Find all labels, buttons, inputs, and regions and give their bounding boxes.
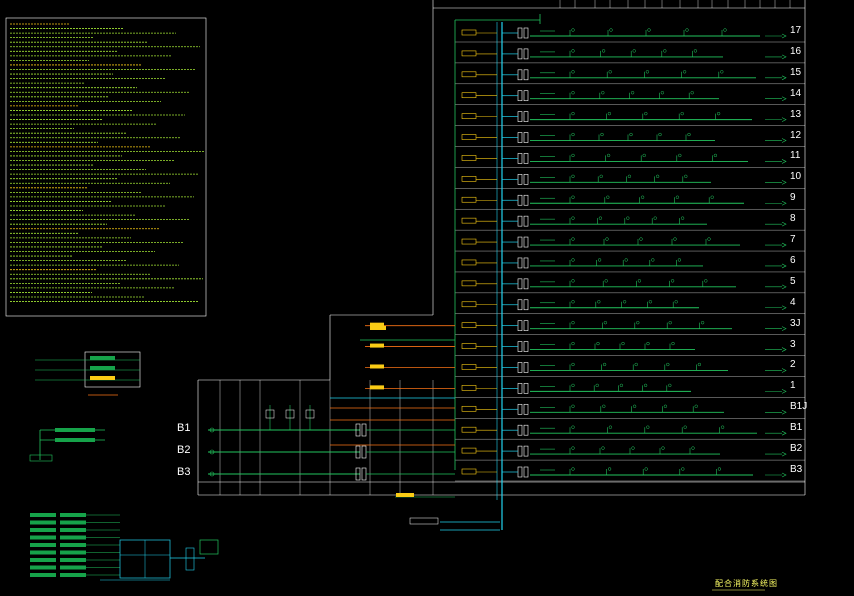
floor-label: 6 — [790, 254, 796, 266]
floor-branches — [365, 27, 787, 478]
floor-branch-b1j — [461, 403, 787, 415]
floor-branch-b3 — [461, 466, 787, 478]
floor-label: 5 — [790, 275, 796, 287]
basement-row-label: B1 — [177, 422, 191, 434]
floor-label: 11 — [790, 150, 801, 162]
floor-label: 3 — [790, 338, 796, 350]
floor-label: 8 — [790, 213, 796, 225]
notes-block — [5, 17, 207, 317]
cad-drawing-canvas: 17 16 15 14 13 12 11 10 9 8 7 6 5 4 3J 3 2 1 B1J B1 B2 B3 B1 B… — [0, 0, 854, 596]
drawing-title: 配合消防系统图 — [715, 579, 778, 588]
floor-branch-3j — [461, 320, 787, 331]
floor-branch-9 — [461, 194, 787, 206]
floor-branch-15 — [461, 69, 787, 81]
floor-label: 9 — [790, 192, 796, 204]
floor-label: 10 — [790, 171, 802, 183]
basement-row-label: B3 — [177, 466, 191, 478]
power-panel — [29, 428, 105, 462]
basement-row-label: B2 — [177, 444, 191, 456]
floor-label: 1 — [790, 380, 796, 392]
floor-branch-3 — [461, 341, 787, 352]
floor-branch-b1 — [461, 424, 787, 436]
floor-label: 13 — [790, 108, 802, 120]
floor-branch-7 — [461, 236, 787, 248]
floor-branch-11 — [461, 153, 787, 164]
floor-label: B1J — [790, 401, 808, 413]
basement-branch-b2 — [208, 445, 455, 459]
floor-branch-17 — [461, 27, 787, 39]
floor-label: 3J — [790, 317, 801, 329]
floor-label: B1 — [790, 422, 803, 434]
floor-label: 2 — [790, 359, 796, 371]
floor-branch-b2 — [461, 445, 787, 457]
floor-branch-12 — [461, 132, 787, 143]
fire-pump-annotation — [395, 493, 500, 531]
floor-label: B2 — [790, 443, 803, 455]
basement-branch-b1 — [208, 423, 455, 437]
floor-label: 12 — [790, 129, 802, 141]
control-cabinet — [30, 513, 219, 581]
floor-branch-5 — [461, 278, 787, 290]
floor-branch-1 — [461, 383, 787, 394]
basement-branch-b3 — [208, 467, 455, 481]
fire-system-diagram — [5, 0, 806, 591]
floor-label: B3 — [790, 464, 803, 475]
floor-label: 15 — [790, 66, 802, 78]
floor-branch-6 — [461, 257, 787, 269]
legend-panel — [35, 351, 141, 396]
floor-label: 7 — [790, 234, 796, 246]
floor-branch-8 — [461, 215, 787, 227]
floor-label: 16 — [790, 45, 802, 57]
floor-label: 4 — [790, 296, 796, 308]
floor-branch-14 — [461, 90, 787, 102]
basement-branches — [208, 326, 455, 481]
floor-label: 17 — [790, 25, 802, 36]
floor-branch-2 — [461, 362, 787, 373]
floor-branch-10 — [461, 174, 787, 185]
floor-label: 14 — [790, 87, 802, 99]
floor-branch-13 — [461, 111, 787, 122]
floor-branch-16 — [461, 48, 787, 60]
floor-branch-4 — [461, 299, 787, 311]
